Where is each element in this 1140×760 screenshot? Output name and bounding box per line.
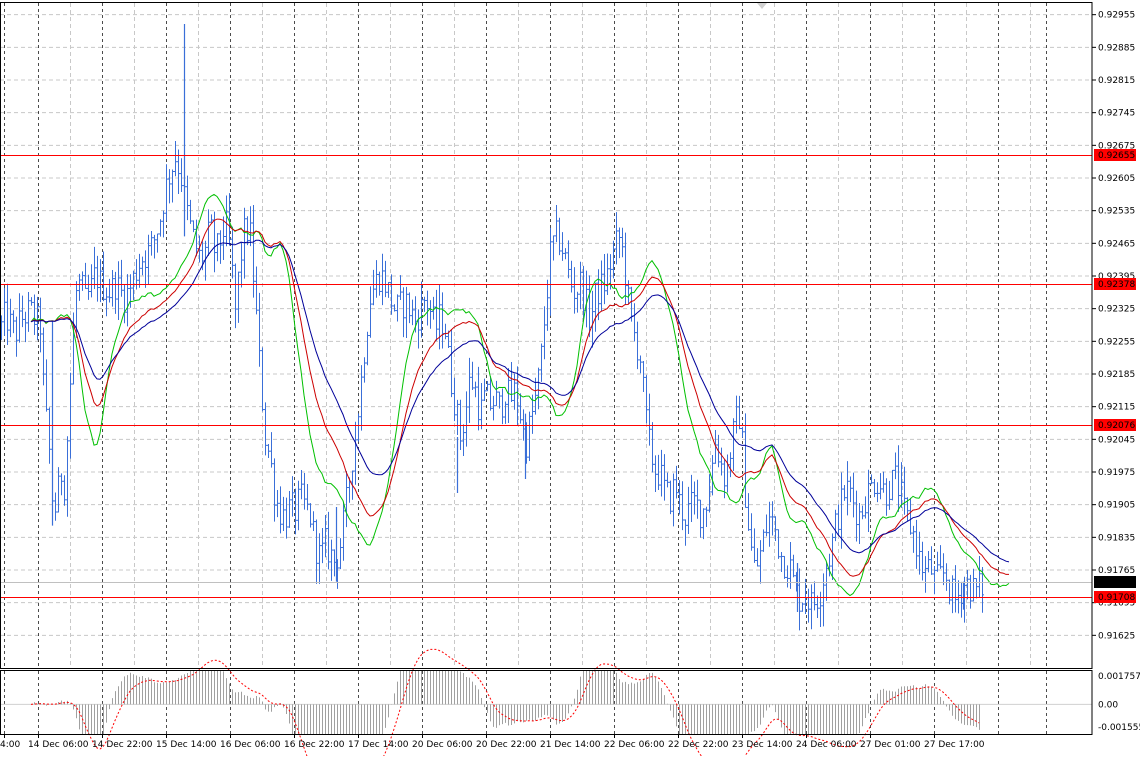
osc-tick-label: 0.00: [1098, 700, 1118, 710]
price-tick-label: 0.92325: [1098, 305, 1135, 315]
price-tick-label: 0.91765: [1098, 566, 1135, 576]
current-price-label: 0.91739: [1098, 578, 1135, 588]
price-tick-label: 0.92955: [1098, 11, 1135, 21]
osc-tick-label: -0.001555: [1098, 723, 1140, 733]
price-tick-label: 0.92465: [1098, 239, 1135, 249]
price-tick-label: 0.91835: [1098, 533, 1135, 543]
time-tick-label: 4:00: [0, 740, 20, 750]
time-tick-label: 16 Dec 06:00: [220, 740, 281, 750]
time-tick-label: 27 Dec 01:00: [860, 740, 921, 750]
price-tick-label: 0.92745: [1098, 109, 1135, 119]
osc-tick-label: 0.001757: [1098, 672, 1140, 682]
price-tick-label: 0.92535: [1098, 207, 1135, 217]
price-tick-label: 0.92115: [1098, 403, 1135, 413]
time-tick-label: 15 Dec 14:00: [156, 740, 217, 750]
price-tick-label: 0.92255: [1098, 337, 1135, 347]
time-tick-label: 24 Dec 06:00: [796, 740, 857, 750]
price-tick-label: 0.92885: [1098, 43, 1135, 53]
level-price-label: 0.91708: [1098, 593, 1135, 603]
time-tick-label: 23 Dec 14:00: [732, 740, 793, 750]
price-tick-label: 0.92605: [1098, 174, 1135, 184]
price-tick-label: 0.91975: [1098, 468, 1135, 478]
chart-background: [0, 0, 1140, 756]
price-tick-label: 0.92815: [1098, 76, 1135, 86]
price-tick-label: 0.92045: [1098, 435, 1135, 445]
level-price-label: 0.92655: [1098, 151, 1135, 161]
time-tick-label: 17 Dec 14:00: [348, 740, 409, 750]
chart-window[interactable]: 0.92955 0.92885 0.92815 0.92745 0.92675 0.926…: [0, 0, 1140, 760]
price-tick-label: 0.91625: [1098, 631, 1135, 641]
time-tick-label: 16 Dec 22:00: [284, 740, 345, 750]
time-tick-label: 14 Dec 06:00: [28, 740, 89, 750]
time-tick-label: 14 Dec 22:00: [92, 740, 153, 750]
time-tick-label: 20 Dec 22:00: [476, 740, 537, 750]
level-price-label: 0.92076: [1098, 421, 1135, 431]
chart-svg[interactable]: 0.929550.928850.928150.927450.926750.926…: [0, 0, 1140, 760]
time-tick-label: 20 Dec 06:00: [412, 740, 473, 750]
price-tick-label: 0.91905: [1098, 501, 1135, 511]
time-tick-label: 27 Dec 17:00: [924, 740, 985, 750]
price-tick-label: 0.92185: [1098, 370, 1135, 380]
level-price-label: 0.92378: [1098, 280, 1135, 290]
time-tick-label: 22 Dec 22:00: [668, 740, 729, 750]
time-tick-label: 21 Dec 14:00: [540, 740, 601, 750]
time-tick-label: 22 Dec 06:00: [604, 740, 665, 750]
